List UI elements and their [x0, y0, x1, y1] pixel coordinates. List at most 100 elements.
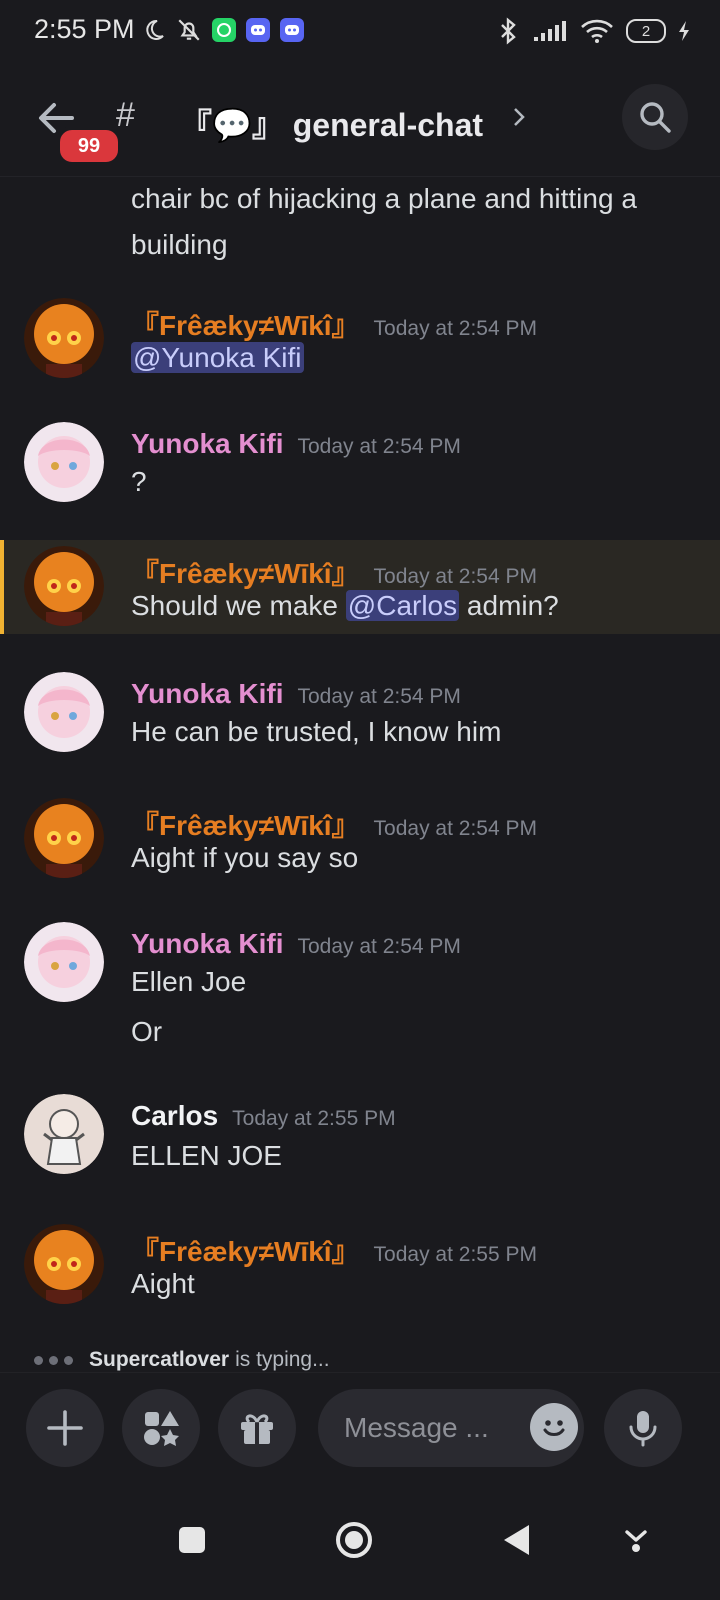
plus-icon [47, 1410, 83, 1446]
author-name: Yunoka Kifi [131, 428, 284, 459]
system-nav-bar [0, 1482, 720, 1600]
bluetooth-icon [501, 17, 516, 45]
typing-suffix: is typing... [235, 1348, 330, 1371]
message-list[interactable]: chair bc of hijacking a plane and hittin… [0, 176, 720, 1346]
message-item[interactable]: Carlos Today at 2:55 PM ELLEN JOE [0, 1092, 720, 1192]
battery-level: 2 [641, 22, 651, 40]
message-author[interactable]: 『Frêæky≠Wīkî』 Today at 2:54 PM [131, 804, 537, 844]
whatsapp-icon [212, 18, 236, 42]
typing-user: Supercatlover [89, 1348, 230, 1371]
voice-button[interactable] [604, 1389, 682, 1467]
author-name: 『Frêæky≠Wīkî』 [131, 310, 360, 341]
avatar[interactable] [24, 422, 104, 502]
bell-off-icon [178, 19, 200, 41]
author-name: 『Frêæky≠Wīkî』 [131, 558, 360, 589]
emoji-button[interactable] [530, 1403, 578, 1451]
typing-dots-icon [34, 1355, 73, 1365]
message-author[interactable]: 『Frêæky≠Wīkî』 Today at 2:54 PM [131, 304, 537, 344]
message-item[interactable]: 『Frêæky≠Wīkî』 Today at 2:55 PM Aight [0, 1218, 720, 1318]
recents-button[interactable] [170, 1518, 214, 1562]
apps-icon [144, 1411, 179, 1446]
message-item-mentioned[interactable]: 『Frêæky≠Wīkî』 Today at 2:54 PM Should we … [0, 540, 720, 634]
square-icon [179, 1527, 205, 1553]
apps-button[interactable] [122, 1389, 200, 1467]
emoji-icon [543, 1420, 565, 1436]
author-name: 『Frêæky≠Wīkî』 [131, 810, 360, 841]
back-nav-button[interactable] [494, 1518, 538, 1562]
keyboard-hide-icon [625, 1530, 647, 1552]
message-text: ELLEN JOE [131, 1140, 282, 1171]
microphone-icon [629, 1411, 657, 1447]
circle-icon [336, 1522, 372, 1558]
message-text: Or [131, 1016, 163, 1047]
message-timestamp: Today at 2:54 PM [297, 435, 461, 458]
message-timestamp: Today at 2:54 PM [373, 565, 537, 588]
avatar[interactable] [24, 546, 104, 626]
notification-icons [142, 17, 304, 43]
message-author[interactable]: Yunoka Kifi Today at 2:54 PM [131, 428, 461, 460]
message-author[interactable]: 『Frêæky≠Wīkî』 Today at 2:54 PM [131, 552, 537, 592]
message-text: Should we make @Carlos admin? [131, 590, 559, 622]
message-continuation: chair bc of hijacking a plane and hittin… [131, 183, 637, 260]
channel-name[interactable]: 『💬』 general-chat [180, 100, 483, 146]
avatar[interactable] [24, 1094, 104, 1174]
message-input[interactable] [342, 1407, 516, 1449]
discord-icon [280, 18, 304, 42]
message-author[interactable]: Carlos Today at 2:55 PM [131, 1100, 396, 1132]
user-mention[interactable]: @Carlos [345, 590, 460, 621]
author-name: 『Frêæky≠Wīkî』 [131, 1236, 360, 1267]
author-name: Yunoka Kifi [131, 928, 284, 959]
charging-icon [679, 21, 689, 41]
message-text: He can be trusted, I know him [131, 716, 502, 747]
message-text: @Yunoka Kifi [131, 342, 304, 374]
attach-button[interactable] [26, 1389, 104, 1467]
message-timestamp: Today at 2:54 PM [373, 817, 537, 840]
moon-icon [146, 19, 164, 40]
avatar[interactable] [24, 922, 104, 1002]
gift-button[interactable] [218, 1389, 296, 1467]
message-text-after: admin? [459, 590, 559, 621]
message-timestamp: Today at 2:55 PM [373, 1243, 537, 1266]
message-text: ? [131, 466, 147, 497]
channel-header: 99 # 『💬』 general-chat [0, 80, 720, 176]
search-button[interactable] [622, 84, 688, 150]
home-button[interactable] [332, 1518, 376, 1562]
avatar[interactable] [24, 298, 104, 378]
message-author[interactable]: Yunoka Kifi Today at 2:54 PM [131, 928, 461, 960]
battery-icon: 2 [626, 19, 666, 43]
wifi-icon [581, 19, 613, 43]
avatar[interactable] [24, 798, 104, 878]
triangle-back-icon [504, 1525, 529, 1555]
author-name: Yunoka Kifi [131, 678, 284, 709]
message-timestamp: Today at 2:54 PM [297, 935, 461, 958]
user-mention[interactable]: @Yunoka Kifi [131, 342, 304, 373]
message-author[interactable]: Yunoka Kifi Today at 2:54 PM [131, 678, 461, 710]
status-bar: 2:55 PM 2 [0, 0, 720, 66]
message-composer [0, 1372, 720, 1483]
status-time: 2:55 PM [34, 14, 135, 44]
typing-indicator: Supercatlover is typing... [34, 1348, 330, 1372]
message-text: Aight if you say so [131, 842, 359, 873]
message-text: Ellen Joe [131, 966, 247, 997]
message-input-container[interactable] [318, 1389, 584, 1467]
message-item[interactable]: Yunoka Kifi Today at 2:54 PM Ellen Joe Or [0, 916, 720, 1066]
message-item[interactable]: Yunoka Kifi Today at 2:54 PM He can be tr… [0, 666, 720, 766]
unread-badge: 99 [56, 126, 122, 166]
signal-icon [534, 21, 566, 41]
message-item[interactable]: Yunoka Kifi Today at 2:54 PM ? [0, 416, 720, 516]
hash-icon: # [116, 96, 135, 134]
author-name: Carlos [131, 1100, 219, 1131]
message-timestamp: Today at 2:54 PM [297, 685, 461, 708]
discord-icon [246, 18, 270, 42]
message-author[interactable]: 『Frêæky≠Wīkî』 Today at 2:55 PM [131, 1230, 537, 1270]
message-text: Aight [131, 1268, 195, 1299]
search-icon [640, 102, 671, 133]
message-item[interactable]: 『Frêæky≠Wīkî』 Today at 2:54 PM @Yunoka Ki… [0, 292, 720, 392]
message-item[interactable]: 『Frêæky≠Wīkî』 Today at 2:54 PM Aight if y… [0, 792, 720, 892]
avatar[interactable] [24, 1224, 104, 1304]
hide-keyboard-button[interactable] [614, 1518, 658, 1562]
message-text-before: Should we make [131, 590, 346, 621]
chevron-right-icon[interactable] [512, 106, 526, 128]
system-icons: 2 [498, 17, 690, 45]
avatar[interactable] [24, 672, 104, 752]
